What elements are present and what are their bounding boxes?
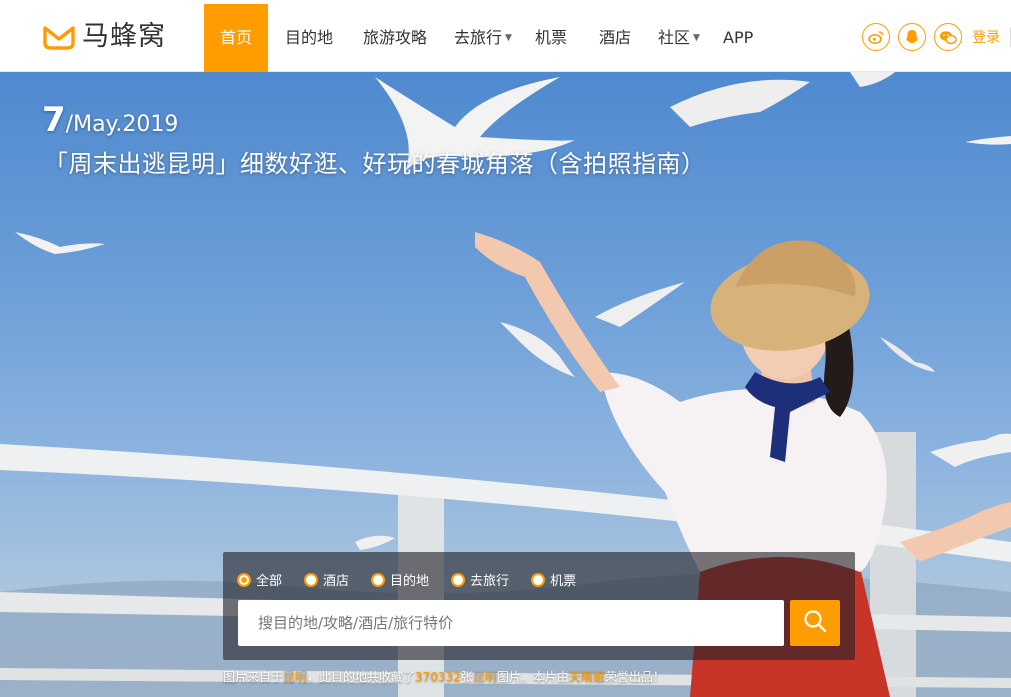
radio-unchecked-icon [531,572,546,587]
nav-community[interactable]: 社区 ▼ [658,4,723,72]
hero-day: 7 [42,100,66,140]
caret-down-icon: ▼ [505,33,512,43]
nav-hotels-label: 酒店 [599,28,632,47]
nav-go-travel[interactable]: 去旅行 ▼ [454,4,535,72]
nav-hotels[interactable]: 酒店 [599,4,658,72]
search-type-destination[interactable]: 目的地 [371,570,429,589]
hero-date: 7/May.2019 [42,100,178,140]
nav-app-label: APP [723,28,754,47]
main-nav: 首页 目的地 旅游攻略 去旅行 ▼ 机票 酒店 社区 ▼ APP [204,4,773,72]
hero-month-year: /May.2019 [65,112,179,137]
nav-travel-guide-label: 旅游攻略 [363,28,428,47]
radio-label: 酒店 [323,574,350,589]
search-panel: 全部 酒店 目的地 去旅行 机票 [223,552,855,660]
search-type-options: 全部 酒店 目的地 去旅行 机票 [237,570,598,589]
brand-name: 马蜂窝 [82,21,166,52]
nav-app[interactable]: APP [723,4,773,72]
credit-middle: ，此目的地共收藏了 [307,670,416,684]
credit-prefix: 图片来自于 [223,670,284,684]
radio-label: 全部 [256,574,283,589]
radio-label: 去旅行 [470,574,510,589]
nav-home-label: 首页 [219,28,252,47]
radio-checked-icon [237,572,251,587]
radio-unchecked-icon [371,572,386,587]
photo-credit: 图片来自于昆明，此目的地共收藏了370332张昆明图片。本片由天晴姐荣誉出品！ [223,668,665,685]
search-button[interactable] [790,600,840,646]
radio-label: 目的地 [390,574,430,589]
caret-down-icon: ▼ [693,33,700,43]
search-type-all[interactable]: 全部 [237,570,282,589]
qq-icon[interactable] [898,23,926,51]
nav-flights-label: 机票 [535,28,568,47]
nav-home[interactable]: 首页 [204,4,268,72]
hero-title[interactable]: 「周末出逃昆明」细数好逛、好玩的春城角落（含拍照指南） [44,144,706,179]
credit-count[interactable]: 370332 [415,670,461,684]
credit-place-link[interactable]: 昆明 [283,670,307,684]
search-type-go-travel[interactable]: 去旅行 [451,570,509,589]
logo-mark-icon [42,23,76,51]
radio-unchecked-icon [451,572,466,587]
hero-banner: 7/May.2019 「周末出逃昆明」细数好逛、好玩的春城角落（含拍照指南） 全… [0,72,1011,697]
brand-logo[interactable]: 马蜂窝 [42,20,166,54]
credit-place2-link[interactable]: 昆明 [473,670,497,684]
search-icon [803,609,827,637]
nav-flights[interactable]: 机票 [535,4,599,72]
login-link[interactable]: 登录 [972,27,1000,47]
search-type-flights[interactable]: 机票 [531,570,576,589]
header-actions: 登录 [862,22,1011,52]
search-input[interactable] [238,600,784,646]
credit-middle2: 图片。本片由 [496,670,569,684]
credit-unit: 张 [460,670,473,684]
radio-unchecked-icon [304,572,319,587]
nav-destination-label: 目的地 [285,28,334,47]
nav-community-label: 社区 [658,28,691,47]
site-header: 马蜂窝 首页 目的地 旅游攻略 去旅行 ▼ 机票 酒店 社区 ▼ APP 登录 [0,0,1011,72]
radio-label: 机票 [550,574,577,589]
wechat-icon[interactable] [934,23,962,51]
search-type-hotel[interactable]: 酒店 [304,570,349,589]
credit-author-link[interactable]: 天晴姐 [569,670,605,684]
nav-travel-guide[interactable]: 旅游攻略 [363,4,454,72]
weibo-icon[interactable] [862,23,890,51]
credit-suffix: 荣誉出品！ [604,670,665,684]
nav-go-travel-label: 去旅行 [454,28,503,47]
nav-destination[interactable]: 目的地 [268,4,363,72]
